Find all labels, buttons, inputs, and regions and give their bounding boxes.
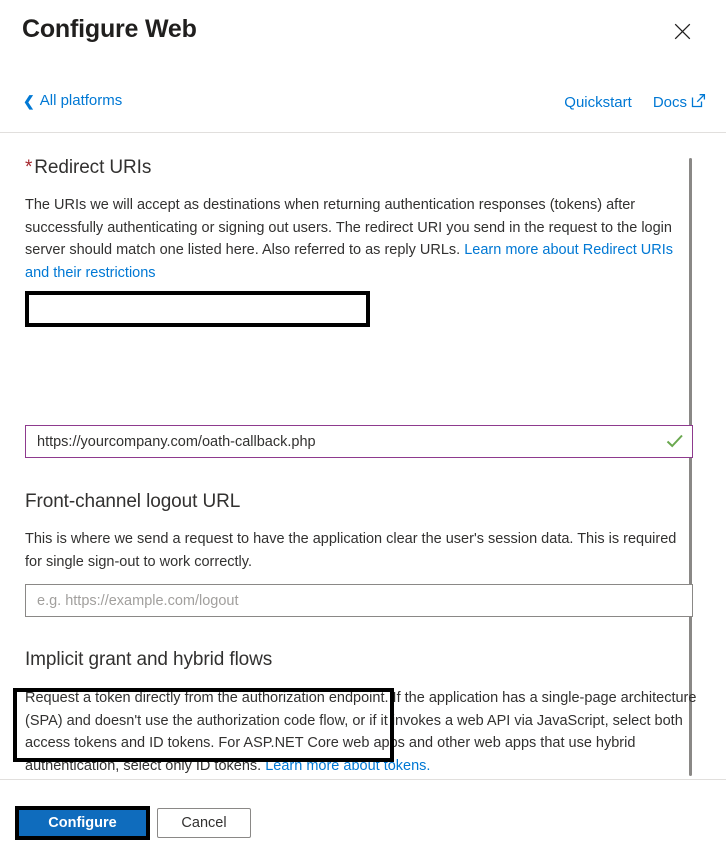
back-link-label: All platforms: [39, 92, 123, 109]
implicit-grant-heading: Implicit grant and hybrid flows: [25, 649, 273, 670]
command-bar: ❮ All platforms Quickstart Docs: [0, 92, 726, 130]
required-marker: *: [25, 157, 33, 178]
configure-web-panel: Configure Web ❮ All platforms Quickstart…: [0, 0, 726, 861]
implicit-grant-description: Request a token directly from the author…: [25, 687, 697, 777]
back-to-all-platforms-link[interactable]: ❮ All platforms: [23, 92, 122, 109]
front-channel-logout-description: This is where we send a request to have …: [25, 531, 677, 570]
configure-button[interactable]: Configure: [17, 808, 148, 838]
close-button[interactable]: [664, 14, 700, 48]
redirect-uris-section: * Redirect URIs The URIs we will accept a…: [25, 157, 693, 284]
redirect-uri-field-row: [25, 425, 693, 458]
implicit-grant-section: Implicit grant and hybrid flows Request …: [25, 649, 696, 777]
chevron-left-icon: ❮: [23, 92, 35, 109]
redirect-uris-heading-text: Redirect URIs: [34, 157, 152, 178]
cancel-button[interactable]: Cancel: [157, 808, 251, 838]
close-icon: [674, 23, 691, 40]
quickstart-label: Quickstart: [564, 93, 632, 111]
panel-header: Configure Web: [0, 0, 726, 78]
redirect-uri-input[interactable]: [25, 425, 693, 458]
redirect-uris-heading: * Redirect URIs: [25, 157, 693, 179]
docs-link[interactable]: Docs: [653, 92, 706, 112]
docs-label: Docs: [652, 93, 687, 111]
redirect-uris-description: The URIs we will accept as destinations …: [25, 194, 693, 284]
front-channel-logout-field-row: [25, 584, 693, 617]
front-channel-logout-input[interactable]: [25, 584, 693, 617]
page-title: Configure Web: [22, 15, 197, 43]
external-link-icon: [691, 93, 706, 112]
front-channel-logout-section: Front-channel logout URL This is where w…: [25, 491, 693, 573]
quickstart-link[interactable]: Quickstart: [564, 94, 632, 111]
panel-body: * Redirect URIs The URIs we will accept a…: [0, 133, 726, 779]
implicit-grant-learn-more-link[interactable]: Learn more about tokens.: [265, 758, 430, 774]
front-channel-logout-heading: Front-channel logout URL: [25, 491, 241, 512]
command-bar-links: Quickstart Docs: [564, 92, 706, 112]
